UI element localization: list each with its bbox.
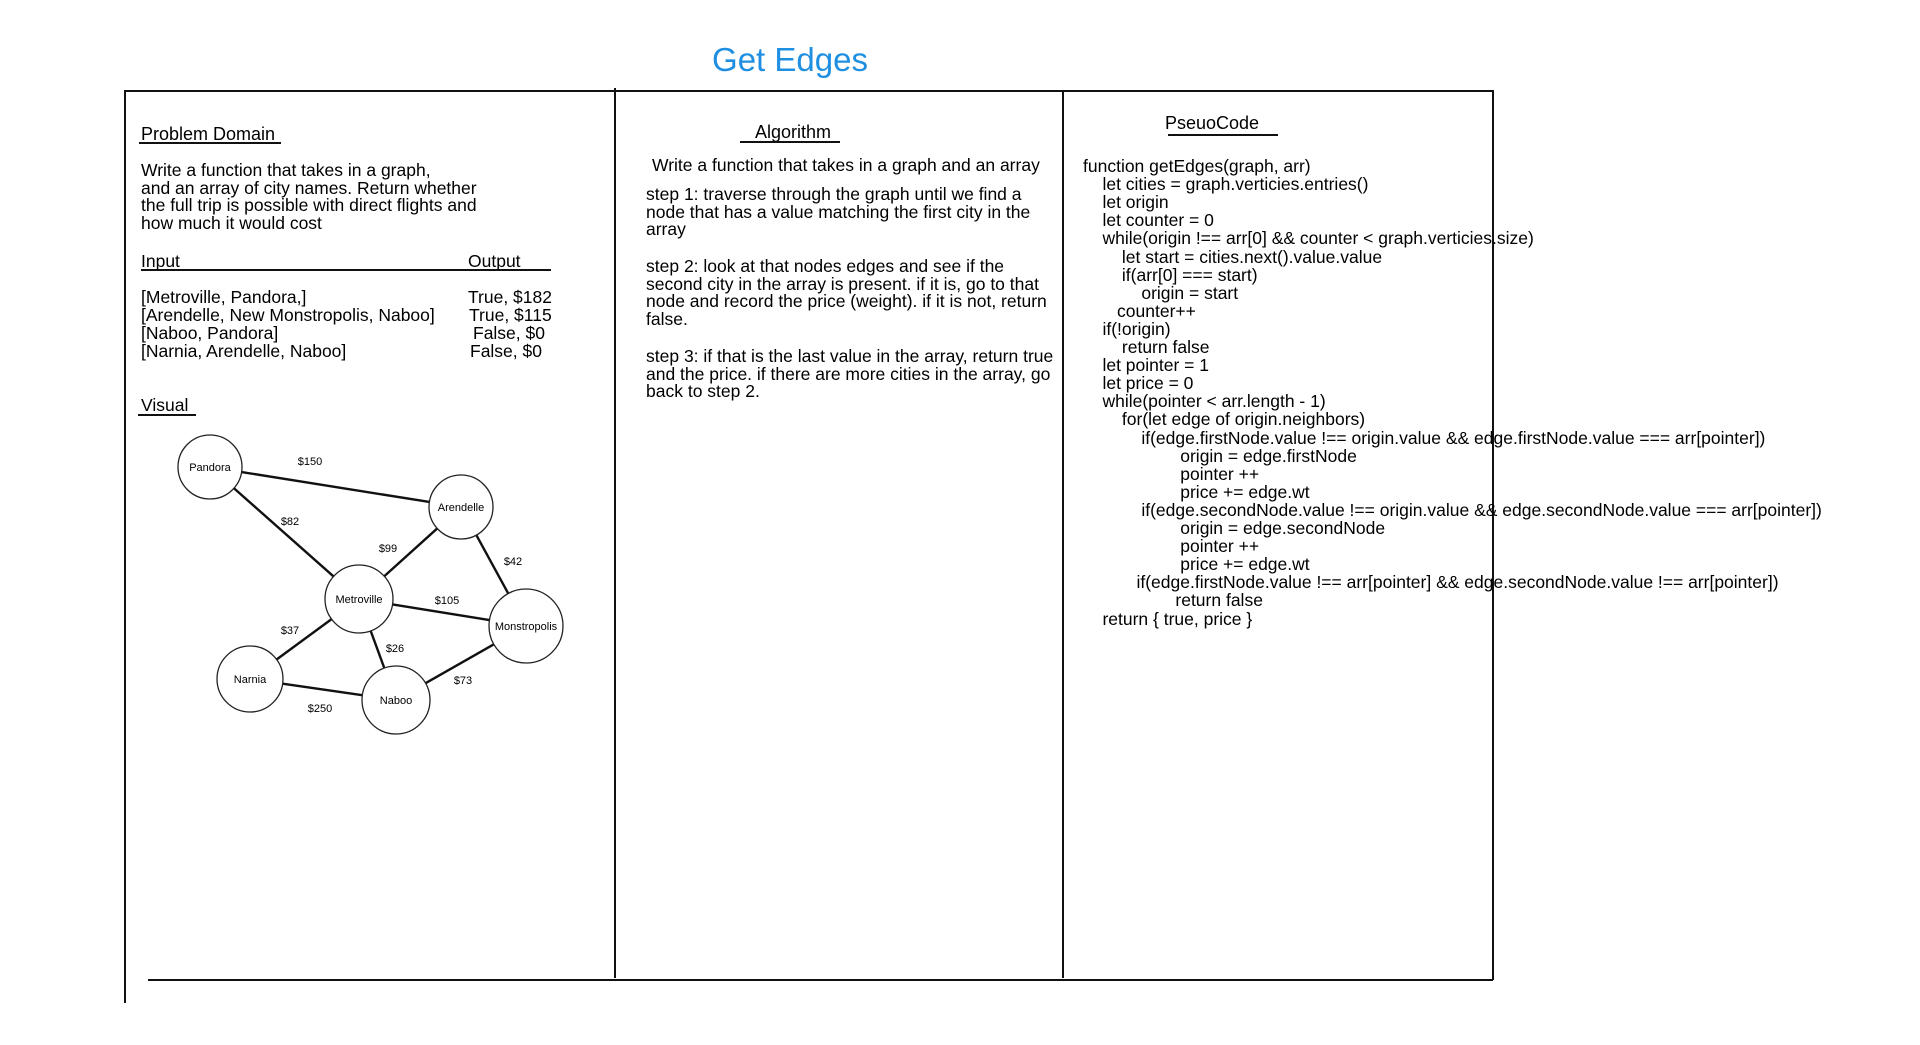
node-label: Naboo <box>380 695 412 707</box>
edge-weight-label: $37 <box>281 625 299 637</box>
output-cell: False, $0 <box>470 341 542 361</box>
code-line: let origin <box>1083 192 1169 213</box>
graph-edge <box>241 470 430 504</box>
edge-weight-label: $150 <box>298 456 322 468</box>
graph-edge <box>233 487 335 578</box>
visual-heading: Visual <box>141 395 189 415</box>
input-header: Input <box>141 251 180 271</box>
code-line: if(!origin) <box>1083 318 1171 339</box>
heading-underline <box>139 142 281 144</box>
code-line: let pointer = 1 <box>1083 355 1209 376</box>
code-line: if(edge.firstNode.value !== arr[pointer]… <box>1083 572 1779 593</box>
graph-edge <box>282 682 363 697</box>
input-cell: [Narnia, Arendelle, Naboo] <box>141 341 347 361</box>
code-line: if(edge.firstNode.value !== origin.value… <box>1083 427 1766 448</box>
edge-weight-label: $73 <box>454 675 472 687</box>
heading-underline <box>740 141 840 143</box>
algorithm-step: step 2: look at that nodes edges and see… <box>646 256 1047 329</box>
code-line: counter++ <box>1083 300 1196 321</box>
graph-edge <box>369 630 386 669</box>
node-label: Pandora <box>189 462 231 474</box>
input-cell: [Metroville, Pandora,] <box>141 287 307 307</box>
page-title: Get Edges <box>712 41 868 78</box>
algorithm-intro: Write a function that takes in a graph a… <box>652 155 1040 175</box>
input-cell: [Naboo, Pandora] <box>141 323 279 343</box>
graph-diagram: $150 $82 $99 $42 $105 $37 $26 $73 $250 Pandora Are… <box>177 434 564 735</box>
node-label: Arendelle <box>438 502 484 514</box>
heading-underline <box>1168 134 1278 136</box>
code-line: while(pointer < arr.length - 1) <box>1083 391 1326 412</box>
pseudocode-heading: PseuoCode <box>1165 113 1260 133</box>
divider-line <box>124 90 126 1003</box>
code-line: while(origin !== arr[0] && counter < gra… <box>1083 228 1534 249</box>
code-line: origin = edge.secondNode <box>1083 518 1386 538</box>
algorithm-step: step 1: traverse through the graph until… <box>646 184 1031 239</box>
divider-line <box>614 88 616 978</box>
code-line: if(arr[0] === start) <box>1083 264 1258 285</box>
divider-line <box>148 979 1493 981</box>
algorithm-step: step 3: if that is the last value in the… <box>646 346 1054 401</box>
edge-weight-label: $42 <box>504 556 522 568</box>
node-label: Metroville <box>335 594 382 606</box>
code-line: function getEdges(graph, arr) <box>1083 156 1311 176</box>
code-line: return { true, price } <box>1083 608 1253 629</box>
description-line: how much it would cost <box>141 212 322 233</box>
code-block: function getEdges(graph, arr) let cities… <box>1083 157 1913 637</box>
divider-line <box>1062 90 1064 978</box>
edge-weight-label: $105 <box>435 595 459 607</box>
output-cell: True, $115 <box>469 305 552 325</box>
edge-weight-label: $99 <box>379 543 397 555</box>
edge-weight-label: $82 <box>281 516 299 528</box>
code-line: pointer ++ <box>1083 463 1260 484</box>
code-line: price += edge.wt <box>1083 481 1310 502</box>
heading-underline <box>138 414 196 416</box>
problem-domain-heading: Problem Domain <box>141 124 276 144</box>
node-label: Narnia <box>234 674 267 686</box>
code-line: let start = cities.next().value.value <box>1083 246 1383 267</box>
output-cell: True, $182 <box>468 287 552 307</box>
edge-weight-label: $26 <box>386 643 404 655</box>
code-line: let price = 0 <box>1083 373 1194 394</box>
description-line: Write a function that takes in a graph, <box>141 160 431 180</box>
code-line: let counter = 0 <box>1083 210 1214 231</box>
output-header: Output <box>468 251 521 271</box>
table-header-underline <box>141 269 551 271</box>
input-cell: [Arendelle, New Monstropolis, Naboo] <box>141 305 435 325</box>
code-line: let cities = graph.verticies.entries() <box>1083 174 1369 195</box>
edge-weight-label: $250 <box>308 703 332 715</box>
algorithm-heading: Algorithm <box>755 122 832 142</box>
code-line: for(let edge of origin.neighbors) <box>1083 409 1366 430</box>
problem-description: Write a function that takes in a graph, … <box>141 160 477 233</box>
description-line: the full trip is possible with direct fl… <box>141 195 477 215</box>
code-line: return false <box>1083 590 1263 611</box>
node-label: Monstropolis <box>495 621 558 633</box>
output-cell: False, $0 <box>473 323 545 343</box>
code-line: origin = edge.firstNode <box>1083 445 1357 466</box>
code-line: if(edge.secondNode.value !== origin.valu… <box>1083 499 1822 520</box>
code-line: origin = start <box>1083 282 1239 303</box>
code-line: pointer ++ <box>1083 536 1260 557</box>
code-line: price += edge.wt <box>1083 554 1310 575</box>
divider-line <box>124 90 1494 92</box>
code-line: return false <box>1083 337 1210 357</box>
